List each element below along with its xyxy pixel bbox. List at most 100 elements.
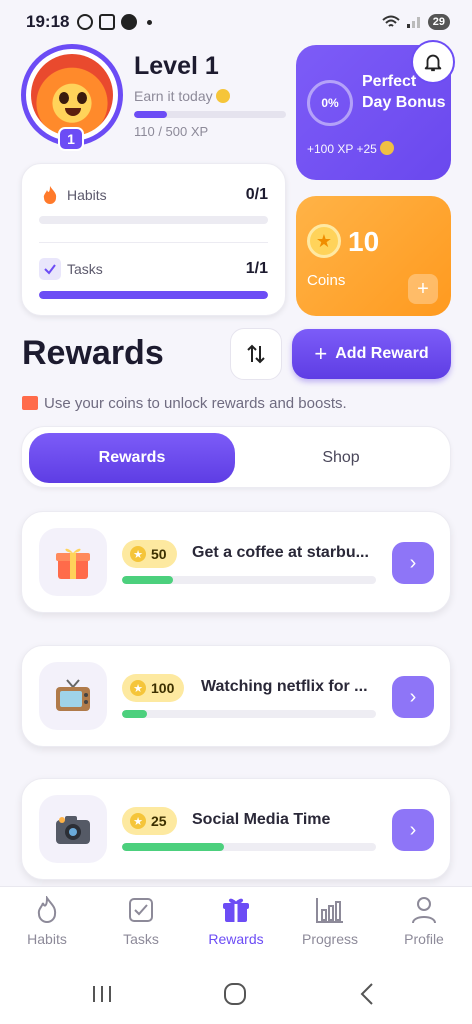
reward-progress-fill [122, 710, 148, 718]
battery-indicator: 29 [427, 14, 450, 30]
sort-arrows-icon [247, 344, 265, 364]
gift-icon [221, 895, 251, 925]
redeem-button[interactable]: › [392, 542, 434, 584]
status-bar: 19:18 29 [0, 0, 472, 44]
tab-shop[interactable]: Shop [238, 433, 444, 483]
xp-progress-bar [134, 111, 286, 118]
reward-card[interactable]: ★ 50 Get a coffee at starbu... › [21, 511, 451, 613]
reward-title: Social Media Time [192, 811, 331, 828]
more-dot-icon [147, 19, 153, 25]
app-icon [121, 14, 138, 30]
nav-rewards[interactable]: Rewards [196, 895, 276, 947]
coin-icon [215, 89, 230, 103]
reward-title: Get a coffee at starbu... [192, 544, 369, 561]
reward-progress-bar [122, 710, 376, 718]
system-navigation-bar [0, 970, 472, 1024]
tasks-progress-bar [39, 291, 268, 299]
sort-button[interactable] [230, 328, 282, 380]
page-title: Rewards [22, 334, 164, 372]
tab-rewards[interactable]: Rewards [29, 433, 235, 483]
nav-profile[interactable]: Profile [384, 895, 464, 947]
coins-label: Coins [307, 272, 346, 289]
rewards-info: Use your coins to unlock rewards and boo… [22, 395, 347, 412]
status-time: 19:18 [26, 12, 70, 31]
habits-progress-bar [39, 216, 268, 224]
gift-icon [22, 396, 38, 410]
xp-progress-fill [134, 111, 168, 118]
nav-tasks[interactable]: Tasks [101, 895, 181, 947]
add-reward-button[interactable]: + Add Reward [292, 329, 451, 379]
redeem-button[interactable]: › [392, 809, 434, 851]
bell-icon [424, 54, 442, 72]
xp-text: 110 / 500 XP [134, 124, 209, 139]
user-icon [409, 895, 439, 925]
tasks-value: 1/1 [245, 260, 268, 277]
whatsapp-icon [77, 14, 94, 30]
status-right: 29 [382, 14, 450, 30]
reward-card[interactable]: ★ 25 Social Media Time › [21, 778, 451, 880]
tv-icon [39, 662, 107, 730]
tasks-stat: Tasks 1/1 [39, 258, 268, 280]
wifi-icon [382, 15, 400, 27]
reward-progress-bar [122, 843, 376, 851]
notifications-button[interactable] [411, 40, 455, 84]
perfect-day-reward: +100 XP +25 [307, 141, 394, 156]
chevron-right-icon: › [409, 818, 417, 841]
nav-rewards-label: Rewards [208, 931, 264, 947]
reward-progress-fill [122, 576, 173, 584]
reward-title: Watching netflix for ... [201, 678, 368, 695]
bottom-navigation: Habits Tasks Rewards Progress Profile [0, 886, 472, 970]
level-subtitle: Earn it today [134, 88, 230, 104]
gift-icon [39, 528, 107, 596]
nav-habits[interactable]: Habits [7, 895, 87, 947]
signal-icon [406, 17, 420, 28]
level-badge: 1 [58, 127, 84, 151]
status-notification-icons [77, 14, 153, 30]
coins-value: 10 [348, 226, 380, 257]
checkbox-icon [126, 895, 156, 925]
checkbox-icon [39, 258, 61, 280]
camera-icon [39, 795, 107, 863]
chevron-right-icon: › [409, 685, 417, 708]
flame-icon [32, 895, 62, 925]
tasks-label: Tasks [67, 261, 103, 277]
redeem-button[interactable]: › [392, 676, 434, 718]
habits-value: 0/1 [245, 186, 268, 203]
reward-cost-badge: ★ 100 [122, 674, 185, 702]
perfect-day-progress-ring: 0% [307, 80, 353, 126]
nav-habits-label: Habits [27, 931, 67, 947]
fire-mascot-icon [31, 54, 113, 136]
flame-icon [39, 184, 61, 206]
star-coin-icon: ★ [307, 224, 341, 258]
add-coins-button[interactable]: + [408, 274, 438, 304]
bar-chart-icon [315, 895, 345, 925]
coin-icon [379, 141, 394, 155]
nav-profile-label: Profile [404, 931, 444, 947]
reward-cost-badge: ★ 25 [122, 807, 177, 835]
back-icon[interactable] [356, 982, 380, 1006]
nav-tasks-label: Tasks [123, 931, 159, 947]
star-icon: ★ [130, 546, 146, 562]
plus-icon: + [314, 341, 328, 366]
reward-cost-badge: ★ 50 [122, 540, 177, 568]
add-reward-label: Add Reward [335, 345, 429, 362]
divider [39, 242, 268, 243]
reward-card[interactable]: ★ 100 Watching netflix for ... › [21, 645, 451, 747]
habits-label: Habits [67, 187, 107, 203]
reward-progress-fill [122, 843, 224, 851]
home-icon[interactable] [223, 982, 247, 1006]
chevron-right-icon: › [409, 551, 417, 574]
reward-progress-bar [122, 576, 376, 584]
star-icon: ★ [130, 813, 146, 829]
tasks-progress-fill [39, 291, 268, 299]
coins-card[interactable]: ★ 10 Coins + [296, 196, 451, 316]
nav-progress-label: Progress [301, 931, 359, 947]
screenshot-icon [99, 14, 116, 30]
nav-progress[interactable]: Progress [290, 895, 370, 947]
rewards-shop-tabs: Rewards Shop [21, 426, 451, 488]
level-title: Level 1 [134, 52, 219, 80]
daily-stats-card[interactable]: Habits 0/1 Tasks 1/1 [21, 163, 286, 316]
recent-apps-icon[interactable] [90, 982, 114, 1006]
habits-stat: Habits 0/1 [39, 184, 268, 206]
star-icon: ★ [130, 680, 146, 696]
